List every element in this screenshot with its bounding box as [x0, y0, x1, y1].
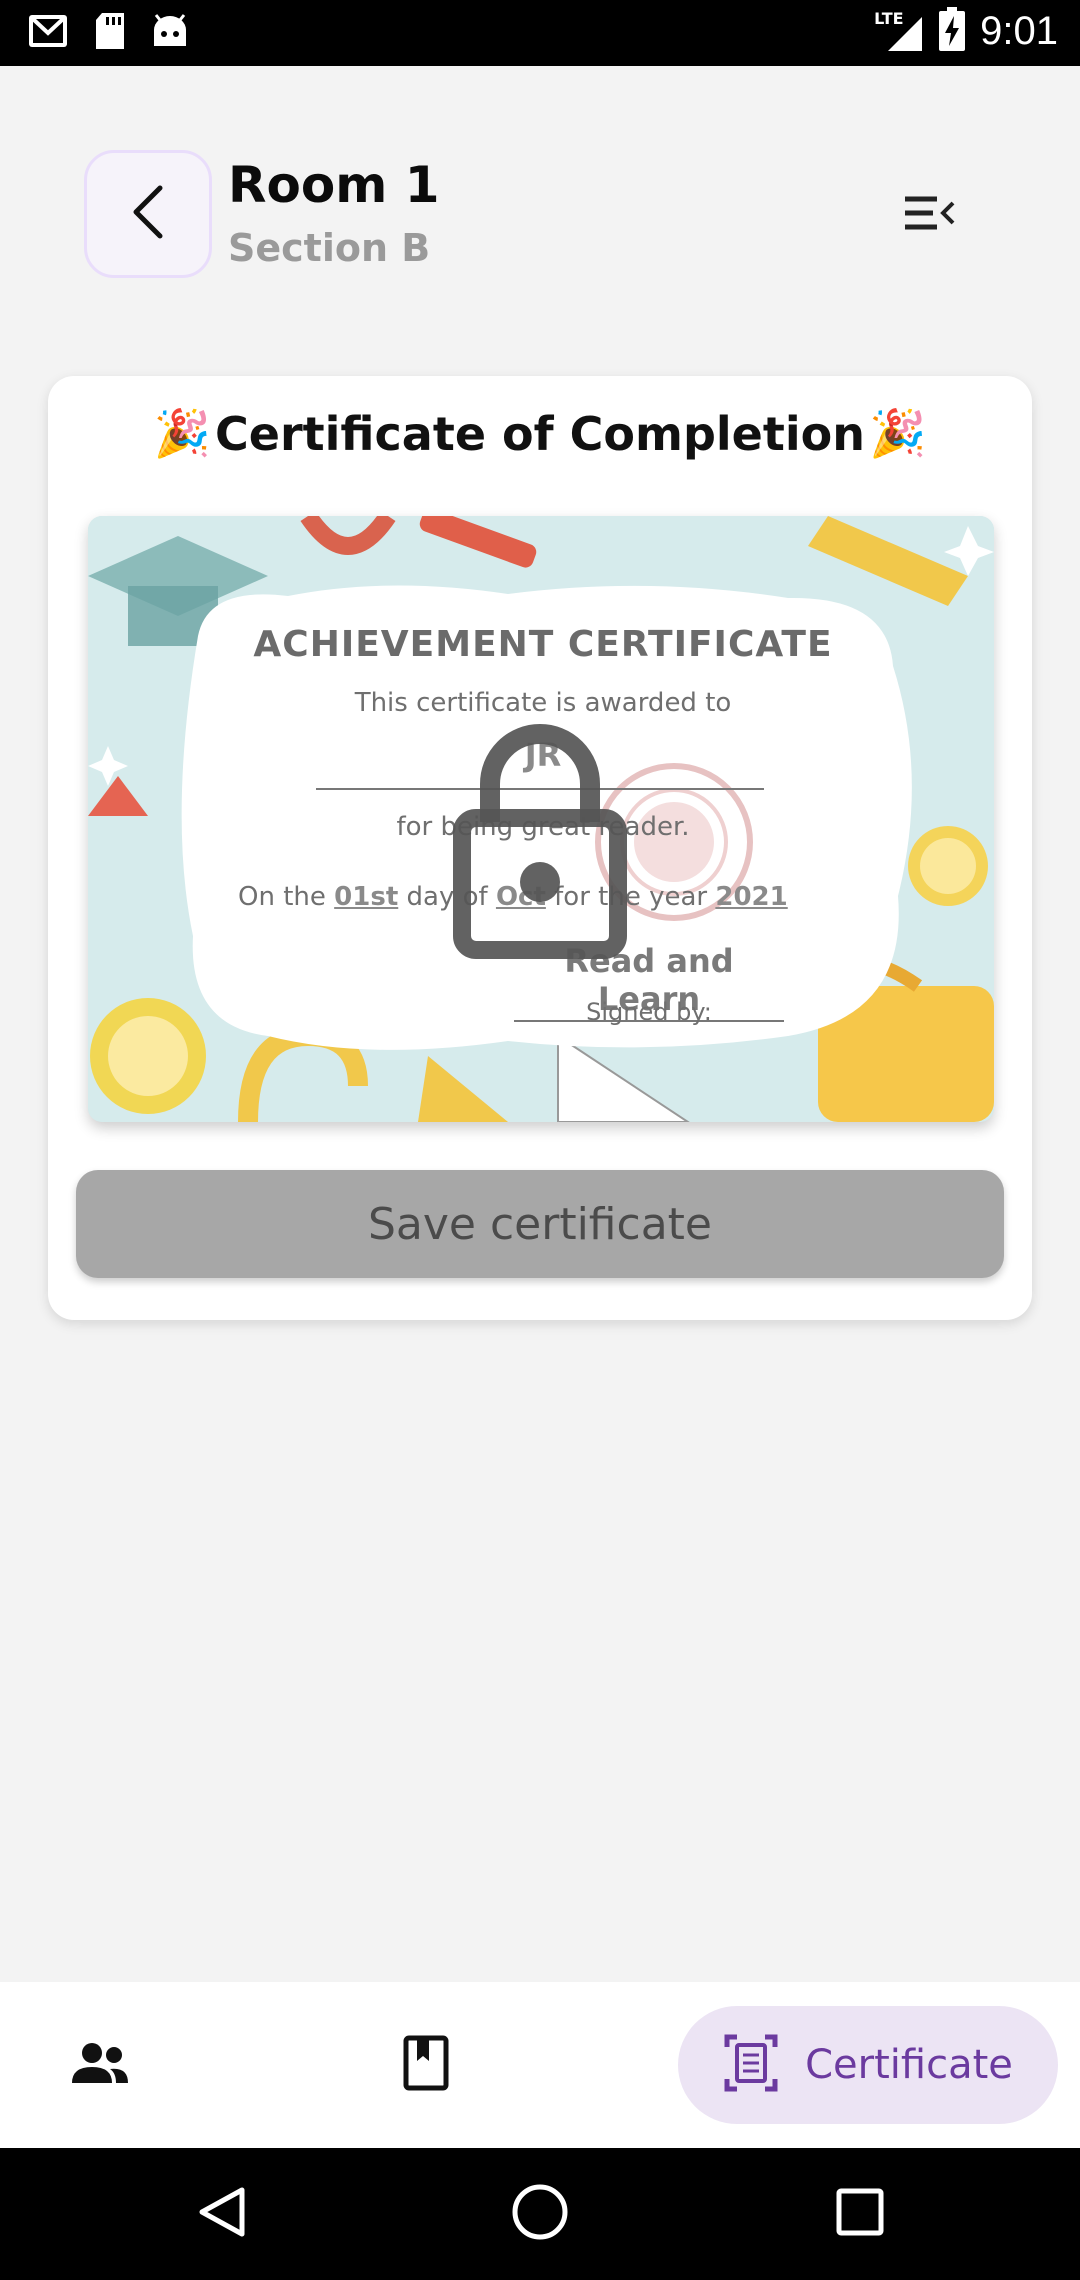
square-recents-icon	[835, 2187, 885, 2241]
people-icon	[70, 2041, 130, 2089]
party-popper-icon: 🎉	[868, 406, 927, 460]
gmail-icon	[28, 13, 68, 53]
card-title-text: Certificate of Completion	[215, 406, 865, 461]
lock-icon	[450, 722, 630, 966]
nav-book[interactable]	[376, 2006, 476, 2124]
nav-certificate[interactable]: Certificate	[678, 2006, 1058, 2124]
clock: 9:01	[980, 8, 1058, 53]
certificate-heading: ACHIEVEMENT CERTIFICATE	[253, 624, 833, 665]
certificate-preview: ACHIEVEMENT CERTIFICATE This certificate…	[88, 516, 994, 1122]
certificate-icon	[723, 2033, 779, 2097]
party-popper-icon: 🎉	[153, 406, 212, 460]
sd-card-icon	[94, 12, 126, 54]
nav-certificate-label: Certificate	[805, 2042, 1013, 2088]
menu-button[interactable]	[900, 190, 960, 240]
page-subtitle: Section B	[228, 226, 431, 270]
status-bar: LTE 9:01	[0, 0, 1080, 66]
battery-charging-icon	[938, 6, 966, 56]
card-title: 🎉 Certificate of Completion 🎉	[48, 406, 1032, 461]
system-home-button[interactable]	[508, 2182, 572, 2246]
header: Room 1 Section B	[0, 66, 1080, 336]
triangle-back-icon	[194, 2184, 250, 2244]
signal-icon: LTE	[874, 9, 924, 53]
save-certificate-button[interactable]: Save certificate	[76, 1170, 1004, 1278]
android-icon	[152, 14, 188, 52]
circle-home-icon	[510, 2182, 570, 2246]
certificate-card: 🎉 Certificate of Completion 🎉 ACHIEVEMEN…	[48, 376, 1032, 1320]
page-title: Room 1	[228, 156, 440, 214]
menu-collapse-icon	[903, 193, 957, 237]
signed-by-label: Signed by:	[586, 998, 712, 1026]
day-value: 01st	[334, 882, 399, 912]
year-value: 2021	[715, 882, 788, 912]
system-back-button[interactable]	[190, 2182, 254, 2246]
system-navigation-bar	[0, 2148, 1080, 2280]
nav-people[interactable]	[50, 2006, 150, 2124]
back-button[interactable]	[84, 150, 212, 278]
awarded-text: This certificate is awarded to	[354, 688, 732, 718]
system-recents-button[interactable]	[828, 2182, 892, 2246]
bottom-navigation: Certificate	[0, 1982, 1080, 2148]
chevron-left-icon	[128, 182, 168, 246]
book-icon	[403, 2035, 449, 2095]
